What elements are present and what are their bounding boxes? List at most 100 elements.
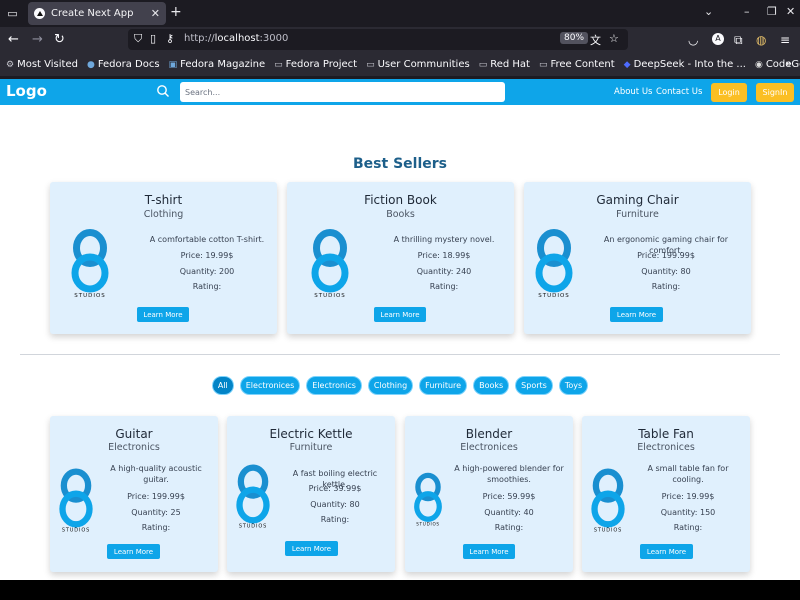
product-description: A small table fan for cooling. — [647, 464, 729, 484]
minimize-icon[interactable]: – — [744, 5, 750, 18]
filter-books[interactable]: Books — [473, 376, 510, 395]
extensions-icon[interactable]: ⧉ — [734, 32, 743, 48]
learn-more-button[interactable]: Learn More — [610, 307, 663, 322]
product-rating: Rating: — [651, 282, 681, 291]
search-icon[interactable] — [156, 84, 170, 98]
learn-more-button[interactable]: Learn More — [640, 544, 693, 559]
magazine-icon: ▣ — [168, 59, 178, 70]
learn-more-button[interactable]: Learn More — [374, 307, 426, 322]
studios-label: STUDIOS — [239, 524, 267, 530]
window-bottom-edge — [0, 580, 800, 600]
search-input[interactable] — [180, 82, 505, 102]
filter-electronics[interactable]: Electronics — [306, 376, 362, 395]
bookmark-fedora-docs[interactable]: ● Fedora Docs — [87, 59, 160, 70]
product-name: Guitar — [115, 427, 153, 441]
bookmark-star-icon[interactable]: ☆ — [609, 32, 619, 45]
learn-more-button[interactable]: Learn More — [137, 307, 189, 322]
product-rating: Rating: — [141, 523, 171, 532]
filter-clothing[interactable]: Clothing — [367, 376, 414, 395]
product-name: Electric Kettle — [269, 427, 353, 441]
bookmark-codegeex[interactable]: ◉CodeGeeX — [755, 59, 800, 70]
studios-label: STUDIOS — [416, 521, 440, 526]
new-tab-icon[interactable]: + — [170, 4, 182, 20]
studios-logo-icon: STUDIOS — [414, 472, 442, 526]
product-quantity: Quantity: 25 — [131, 508, 181, 517]
product-category: Furniture — [289, 442, 333, 453]
product-card: Blender Electronices STUDIOS A high-powe… — [405, 416, 573, 572]
product-card: Guitar Electronics STUDIOS A high-qualit… — [50, 416, 218, 572]
product-quantity: Quantity: 240 — [416, 267, 472, 276]
tab-list-icon[interactable]: ▭ — [4, 5, 21, 22]
contact-us-link[interactable]: Contact Us — [656, 87, 702, 97]
learn-more-button[interactable]: Learn More — [107, 544, 160, 559]
product-card: Table Fan Electronices STUDIOS A small t… — [582, 416, 750, 572]
product-description: A high-powered blender for smoothies. — [454, 464, 564, 484]
product-category: Books — [386, 209, 415, 220]
bookmark-user-communities[interactable]: ▭ User Communities — [366, 59, 470, 70]
back-icon[interactable]: ← — [8, 32, 19, 48]
page-icon[interactable]: ▯ — [150, 32, 156, 45]
fedora-icon: ● — [86, 59, 95, 70]
product-rating: Rating: — [429, 282, 459, 291]
product-category: Electronics — [108, 442, 160, 453]
bookmark-most-visited[interactable]: ⚙ Most Visited — [6, 59, 78, 70]
folder-icon: ▭ — [478, 59, 488, 70]
product-category: Clothing — [143, 209, 184, 220]
reload-icon[interactable]: ↻ — [54, 32, 65, 48]
forward-icon[interactable]: → — [32, 32, 43, 48]
folder-icon: ▭ — [538, 59, 548, 70]
product-price: Price: 199.99$ — [637, 251, 695, 260]
page-content: Logo About Us Contact Us Login SignIn Be… — [0, 79, 800, 580]
tab-favicon-icon — [34, 8, 45, 19]
studios-logo-icon: STUDIOS — [71, 229, 109, 298]
learn-more-button[interactable]: Learn More — [463, 544, 515, 559]
site-logo[interactable]: Logo — [6, 82, 47, 100]
close-window-icon[interactable]: ✕ — [786, 5, 795, 18]
restore-icon[interactable]: ❐ — [767, 5, 777, 18]
section-divider — [20, 354, 780, 355]
product-quantity: Quantity: 80 — [641, 267, 691, 276]
bookmark-fedora-magazine[interactable]: ▣ Fedora Magazine — [169, 59, 266, 70]
filter-all[interactable]: All — [211, 376, 234, 395]
address-bar[interactable]: ⛉ ▯ ⚷ http://localhost:3000 80% 文 ☆ — [128, 29, 628, 50]
product-price: Price: 199.99$ — [127, 492, 185, 501]
browser-tab[interactable]: Create Next App ✕ — [28, 2, 166, 25]
filter-furniture[interactable]: Furniture — [419, 376, 468, 395]
chevron-right-icon[interactable]: » — [785, 57, 792, 70]
extension-icon[interactable]: ◍ — [756, 32, 766, 48]
studios-logo-icon: STUDIOS — [311, 229, 349, 298]
signin-button[interactable]: SignIn — [756, 83, 794, 102]
studios-logo-icon: STUDIOS — [591, 468, 625, 534]
filter-sports[interactable]: Sports — [515, 376, 553, 395]
product-quantity: Quantity: 40 — [484, 508, 534, 517]
url-text[interactable]: http://localhost:3000 — [184, 33, 288, 44]
about-us-link[interactable]: About Us — [614, 87, 652, 97]
shield-icon[interactable]: ⛉ — [134, 32, 142, 46]
bookmark-fedora-project[interactable]: ▭ Fedora Project — [274, 59, 357, 70]
tab-dropdown-icon[interactable]: ⌄ — [704, 5, 713, 18]
product-rating: Rating: — [673, 523, 703, 532]
product-category: Electronices — [460, 442, 518, 453]
product-category: Furniture — [616, 209, 659, 220]
translate-icon[interactable]: 文 — [590, 32, 601, 48]
product-description: A high-quality acoustic guitar. — [110, 464, 202, 484]
key-icon[interactable]: ⚷ — [166, 32, 174, 45]
bookmark-deepseek[interactable]: ◆ DeepSeek - Into the ... — [624, 59, 746, 70]
zoom-level[interactable]: 80% — [560, 32, 589, 44]
login-button[interactable]: Login — [711, 83, 747, 102]
menu-icon[interactable]: ≡ — [780, 32, 790, 48]
bestseller-card: Fiction Book Books STUDIOS A thrilling m… — [287, 182, 514, 334]
learn-more-button[interactable]: Learn More — [285, 541, 338, 556]
product-price: Price: 18.99$ — [417, 251, 471, 260]
pocket-icon[interactable]: ◡ — [688, 32, 698, 48]
filter-toys[interactable]: Toys — [558, 376, 589, 395]
product-price: Price: 19.99$ — [661, 492, 715, 501]
studios-label: STUDIOS — [594, 528, 622, 534]
filter-electronices[interactable]: Electronices — [239, 376, 301, 395]
bookmark-free-content[interactable]: ▭ Free Content — [539, 59, 615, 70]
close-tab-icon[interactable]: ✕ — [151, 7, 160, 20]
bookmark-red-hat[interactable]: ▭ Red Hat — [479, 59, 530, 70]
product-name: Gaming Chair — [596, 193, 679, 207]
account-icon[interactable]: A — [712, 33, 724, 45]
studios-logo-icon: STUDIOS — [59, 468, 93, 534]
